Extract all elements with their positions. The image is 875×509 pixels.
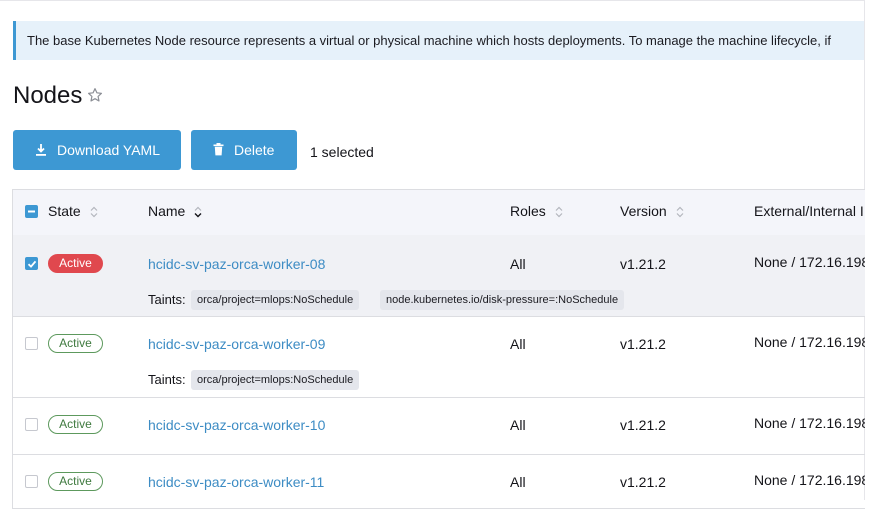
- column-header-name-label: Name: [148, 203, 186, 219]
- node-ip: None / 172.16.198: [754, 334, 865, 350]
- node-version: v1.21.2: [620, 336, 666, 352]
- node-ip: None / 172.16.198: [754, 472, 865, 488]
- taints-label: Taints:: [148, 292, 186, 307]
- sort-icon: [555, 206, 563, 218]
- column-header-roles[interactable]: Roles: [510, 203, 563, 219]
- state-badge: Active: [48, 334, 103, 353]
- info-banner-text: The base Kubernetes Node resource repres…: [27, 33, 832, 48]
- delete-label: Delete: [234, 142, 275, 158]
- checkmark-icon: [27, 260, 37, 268]
- table-header: State Name Roles Version External/Intern…: [13, 190, 865, 236]
- page-title: Nodes: [13, 82, 83, 109]
- top-divider: [0, 0, 864, 1]
- sort-descending-icon: [194, 206, 202, 218]
- sort-icon: [90, 206, 98, 218]
- trash-icon: [213, 143, 224, 156]
- column-header-version[interactable]: Version: [620, 203, 684, 219]
- download-icon: [36, 144, 46, 156]
- favorite-star-icon[interactable]: [86, 86, 104, 104]
- row-checkbox[interactable]: [25, 475, 38, 488]
- table-row[interactable]: Active hcidc-sv-paz-orca-worker-09 All v…: [13, 316, 865, 398]
- state-badge: Active: [48, 254, 103, 273]
- taint-tag: orca/project=mlops:NoSchedule: [191, 370, 360, 390]
- taint-tag: node.kubernetes.io/disk-pressure=:NoSche…: [380, 290, 625, 310]
- column-header-state-label: State: [48, 203, 81, 219]
- column-header-state[interactable]: State: [48, 203, 98, 219]
- selected-count: 1 selected: [310, 144, 374, 160]
- node-version: v1.21.2: [620, 256, 666, 272]
- column-header-name[interactable]: Name: [148, 203, 202, 219]
- sort-icon: [676, 206, 684, 218]
- node-ip: None / 172.16.198: [754, 415, 865, 431]
- taints-label: Taints:: [148, 372, 186, 387]
- column-header-ip-label: External/Internal I: [754, 203, 864, 219]
- download-yaml-button[interactable]: Download YAML: [13, 130, 181, 170]
- table-row[interactable]: Active hcidc-sv-paz-orca-worker-11 All v…: [13, 454, 865, 508]
- row-checkbox[interactable]: [25, 418, 38, 431]
- state-badge: Active: [48, 415, 103, 434]
- node-name-link[interactable]: hcidc-sv-paz-orca-worker-09: [148, 336, 325, 352]
- column-header-version-label: Version: [620, 203, 667, 219]
- node-version: v1.21.2: [620, 474, 666, 490]
- node-name-link[interactable]: hcidc-sv-paz-orca-worker-08: [148, 256, 325, 272]
- table-row[interactable]: Active hcidc-sv-paz-orca-worker-10 All v…: [13, 397, 865, 455]
- table-row[interactable]: Active hcidc-sv-paz-orca-worker-08 All v…: [13, 235, 865, 317]
- node-roles: All: [510, 336, 526, 352]
- column-header-roles-label: Roles: [510, 203, 546, 219]
- nodes-table: State Name Roles Version External/Intern…: [12, 189, 865, 509]
- taint-tag: orca/project=mlops:NoSchedule: [191, 290, 360, 310]
- row-checkbox[interactable]: [25, 257, 38, 270]
- node-version: v1.21.2: [620, 417, 666, 433]
- node-name-link[interactable]: hcidc-sv-paz-orca-worker-10: [148, 417, 325, 433]
- node-ip: None / 172.16.198: [754, 254, 865, 270]
- download-yaml-label: Download YAML: [57, 142, 160, 158]
- row-checkbox[interactable]: [25, 337, 38, 350]
- column-header-external-internal-ip[interactable]: External/Internal I: [754, 203, 864, 219]
- state-badge: Active: [48, 472, 103, 491]
- node-name-link[interactable]: hcidc-sv-paz-orca-worker-11: [148, 474, 324, 490]
- minus-icon: [28, 210, 35, 213]
- node-roles: All: [510, 256, 526, 272]
- info-banner: The base Kubernetes Node resource repres…: [13, 21, 864, 60]
- select-all-checkbox[interactable]: [25, 205, 38, 218]
- node-roles: All: [510, 474, 526, 490]
- delete-button[interactable]: Delete: [191, 130, 297, 170]
- node-roles: All: [510, 417, 526, 433]
